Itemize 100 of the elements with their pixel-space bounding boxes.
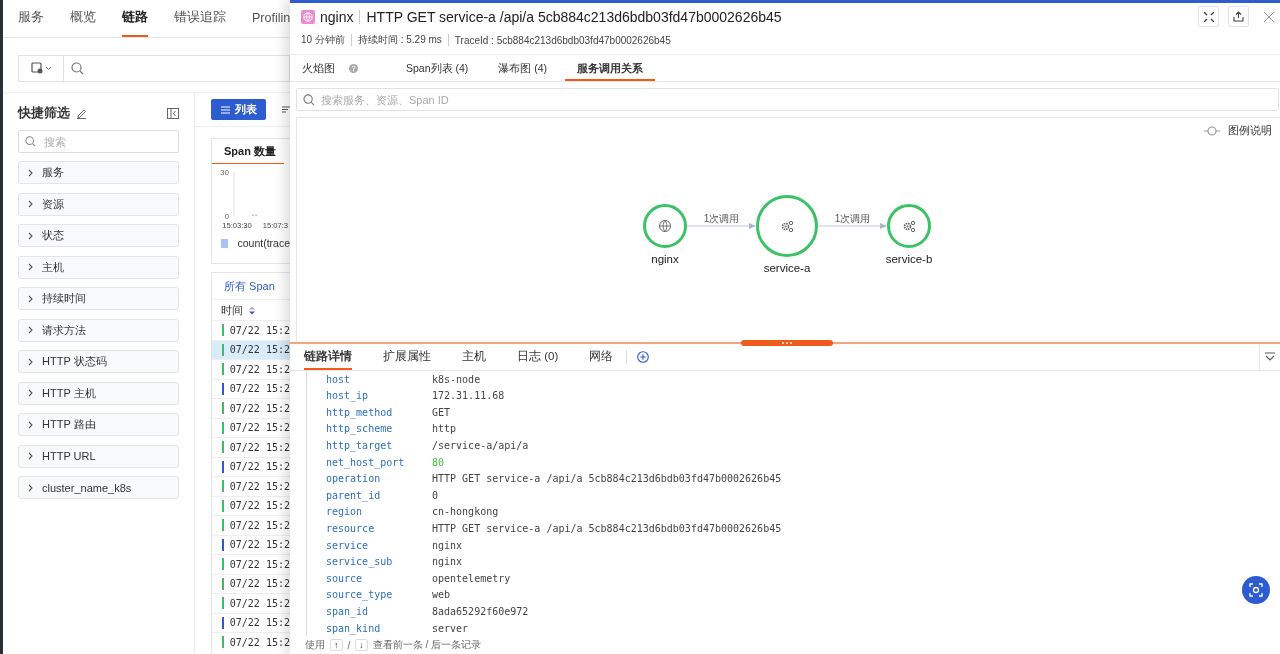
table-cell: 07/22 15:2 [229, 539, 290, 551]
view-tab[interactable]: 火焰图 [302, 58, 394, 82]
pencil-icon[interactable] [76, 107, 87, 119]
filter-item[interactable]: HTTP 主机 [18, 381, 179, 405]
floating-action-button[interactable] [1242, 576, 1270, 604]
filter-label: 状态 [42, 228, 64, 243]
field-value: HTTP GET service-a /api/a 5cb884c213d6bdb03fd47b0002626b45 [432, 473, 782, 485]
filter-label: 资源 [42, 196, 64, 212]
table-cell: 07/22 15:2 [229, 344, 290, 356]
filter-label: HTTP URL [42, 450, 96, 462]
filter-item[interactable]: HTTP 状态码 [18, 350, 179, 373]
detail-tab[interactable]: 链路详情 [304, 344, 352, 370]
sort-icon[interactable] [282, 106, 290, 113]
table-cell: 07/22 15:2 [229, 500, 290, 512]
table-cell: 07/22 15:2 [229, 383, 290, 395]
filter-label: 请求方法 [42, 322, 86, 338]
field-key: service [326, 539, 432, 551]
resize-handle[interactable] [741, 340, 833, 347]
field-value: k8s-node [432, 373, 481, 385]
filter-label: HTTP 路由 [42, 417, 96, 432]
service-node[interactable] [756, 195, 818, 258]
field-value: nginx [432, 556, 463, 568]
field-key: source_type [326, 589, 432, 601]
hint-text: 使用 [305, 638, 325, 653]
field-value: GET [432, 406, 451, 418]
hint-text: / [347, 639, 351, 651]
field-key: source [326, 572, 432, 584]
field-key: operation [326, 473, 432, 485]
field-value: 0 [432, 489, 439, 501]
filter-label: HTTP 状态码 [42, 354, 107, 369]
field-value: server [432, 622, 469, 634]
field-value: 172.31.11.68 [432, 390, 505, 402]
upload-icon [1233, 11, 1244, 23]
column-header[interactable]: 时间 [221, 302, 243, 318]
filter-item[interactable]: 持续时间 [18, 287, 179, 310]
field-value: /service-a/api/a [432, 440, 529, 452]
table-cell: 07/22 15:2 [229, 636, 290, 648]
detail-tab[interactable]: 日志 (0) [517, 344, 559, 370]
field-key: resource [326, 523, 432, 534]
table-cell: 07/22 15:2 [229, 402, 290, 414]
call-count-label: 1次调用 [703, 213, 740, 225]
filter-item[interactable]: 请求方法 [18, 318, 179, 342]
field-key: http_method [326, 406, 432, 418]
table-row[interactable]: 07/22 15:2 [212, 339, 290, 359]
call-arrow [686, 223, 756, 230]
table-cell: 07/22 15:2 [229, 617, 290, 629]
nav-tab[interactable]: 链路 [122, 0, 148, 37]
chart-tab[interactable]: Span 数量 [212, 139, 284, 164]
field-key: service_sub [326, 556, 432, 568]
search-field[interactable]: 搜索服务、资源、Span ID [296, 88, 1279, 112]
nav-tab[interactable]: 概览 [70, 0, 96, 37]
field-key: http_scheme [326, 423, 432, 435]
field-value: HTTP GET service-a /api/a 5cb884c213d6bdb03fd47b0002626b45 [432, 523, 782, 534]
view-tab[interactable]: 服务调用关系 [565, 58, 656, 82]
field-value: nginx [432, 539, 463, 551]
detail-tab[interactable]: 网络 [589, 344, 614, 370]
legend-label: count(trace [237, 237, 290, 249]
node-label: service-a [763, 262, 811, 275]
add-icon[interactable] [637, 351, 650, 364]
collapse-panel-icon[interactable] [1265, 352, 1275, 363]
detail-tab[interactable]: 扩展属性 [383, 344, 431, 370]
filter-item[interactable]: HTTP URL [18, 444, 179, 468]
view-tab[interactable]: 瀑布图 (4) [486, 58, 560, 82]
filter-item[interactable]: 服务 [18, 161, 179, 184]
legend-button[interactable]: 图例说明 [1204, 123, 1272, 139]
filter-item[interactable]: 资源 [18, 192, 179, 216]
filter-label: 持续时间 [42, 291, 86, 306]
table-cell: 07/22 15:2 [229, 558, 290, 570]
meta-text: 10 分钟前 [301, 33, 345, 48]
detail-tab[interactable]: 主机 [462, 344, 486, 370]
table-cell: 07/22 15:2 [229, 324, 290, 336]
scan-icon [1249, 583, 1263, 597]
nav-tab[interactable]: Profilin [252, 0, 290, 37]
fullscreen-icon [1203, 11, 1214, 22]
search-field[interactable]: 搜索 [18, 130, 179, 153]
filter-item[interactable]: HTTP 路由 [18, 413, 179, 436]
view-tab[interactable]: Span列表 (4) [394, 58, 481, 82]
source-select-icon[interactable] [31, 62, 51, 74]
search-icon [71, 61, 84, 75]
collapse-sidebar-icon[interactable] [167, 107, 179, 119]
filter-item[interactable]: cluster_name_k8s [18, 476, 179, 499]
service-node[interactable] [643, 204, 687, 249]
field-key: host_ip [326, 390, 432, 402]
key-cap: ↑ [330, 639, 343, 652]
fullscreen-button[interactable] [1198, 6, 1219, 28]
close-icon[interactable] [1264, 11, 1274, 22]
field-value: cn-hongkong [432, 506, 499, 518]
key-cap: ↓ [355, 639, 368, 652]
service-node[interactable] [887, 204, 931, 249]
field-key: http_target [326, 440, 432, 452]
filter-item[interactable]: 状态 [18, 224, 179, 247]
globe-icon [301, 9, 315, 24]
export-button[interactable] [1228, 6, 1249, 28]
filter-label: 服务 [42, 165, 64, 180]
nav-tab[interactable]: 服务 [18, 0, 44, 37]
filter-item[interactable]: 主机 [18, 255, 179, 279]
list-view-button[interactable]: 列表 [211, 99, 266, 120]
nav-tab[interactable]: 错误追踪 [174, 0, 226, 37]
field-key: span_id [326, 606, 432, 617]
sort-icon[interactable] [249, 305, 255, 315]
